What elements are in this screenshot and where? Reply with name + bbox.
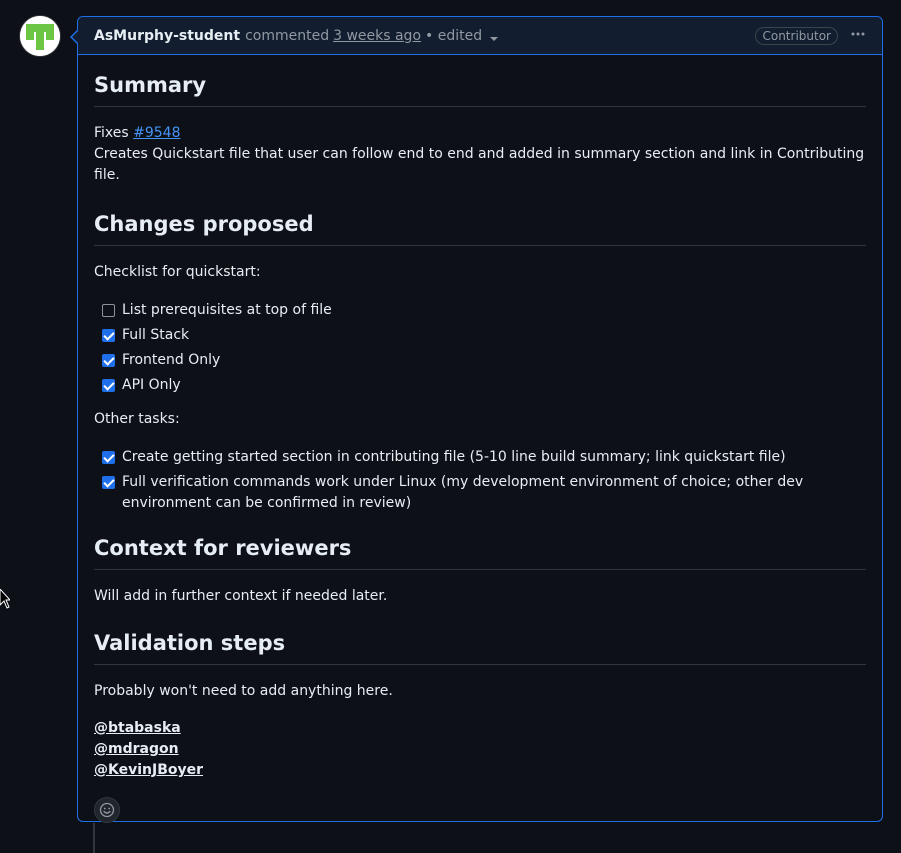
task-list-item: API Only bbox=[102, 375, 866, 396]
task-list-item: Full verification commands work under Li… bbox=[102, 472, 866, 514]
author-link[interactable]: AsMurphy-student bbox=[94, 28, 240, 44]
user-mention[interactable]: @mdragon bbox=[94, 739, 866, 760]
checklist-intro: Checklist for quickstart: bbox=[94, 264, 261, 280]
kebab-horizontal-icon[interactable] bbox=[850, 26, 866, 46]
task-list-item: List prerequisites at top of file bbox=[102, 300, 866, 321]
timeline-line bbox=[93, 823, 95, 853]
contributor-badge: Contributor bbox=[755, 26, 838, 45]
task-checkbox[interactable] bbox=[102, 354, 115, 367]
issue-link[interactable]: #9548 bbox=[133, 125, 180, 141]
other-tasks-list: Create getting started section in contri… bbox=[94, 447, 866, 514]
summary-description: Creates Quickstart file that user can fo… bbox=[94, 146, 865, 183]
mouse-cursor bbox=[0, 588, 12, 613]
validation-heading: Validation steps bbox=[94, 629, 866, 665]
comment-card: AsMurphy-student commented 3 weeks ago •… bbox=[70, 16, 883, 823]
quickstart-checklist: List prerequisites at top of file Full S… bbox=[94, 300, 866, 396]
mentions-block: @btabaska @mdragon @KevinJBoyer bbox=[94, 718, 866, 781]
task-label: API Only bbox=[122, 377, 181, 393]
task-list-item: Full Stack bbox=[102, 325, 866, 346]
add-reaction-button[interactable] bbox=[94, 797, 120, 823]
other-tasks-intro: Other tasks: bbox=[94, 411, 180, 427]
task-list-item: Create getting started section in contri… bbox=[102, 447, 866, 468]
task-label: Full Stack bbox=[122, 327, 190, 343]
context-heading: Context for reviewers bbox=[94, 534, 866, 570]
summary-fixes: Fixes #9548 bbox=[94, 123, 866, 144]
changes-heading: Changes proposed bbox=[94, 210, 866, 246]
comment-header: AsMurphy-student commented 3 weeks ago •… bbox=[78, 17, 882, 55]
comment-action: commented bbox=[245, 27, 330, 44]
identicon-avatar bbox=[20, 16, 60, 56]
task-checkbox[interactable] bbox=[102, 476, 115, 489]
task-label: Create getting started section in contri… bbox=[122, 449, 786, 465]
task-label: Frontend Only bbox=[122, 352, 221, 368]
task-label: List prerequisites at top of file bbox=[122, 302, 332, 318]
task-checkbox[interactable] bbox=[102, 329, 115, 342]
context-text: Will add in further context if needed la… bbox=[94, 588, 388, 604]
comment-body: Summary Fixes #9548 Creates Quickstart f… bbox=[78, 55, 882, 823]
summary-heading: Summary bbox=[94, 71, 866, 107]
comment-timestamp[interactable]: 3 weeks ago bbox=[333, 28, 421, 44]
user-mention[interactable]: @KevinJBoyer bbox=[94, 760, 866, 781]
author-avatar[interactable] bbox=[20, 16, 60, 56]
task-checkbox[interactable] bbox=[102, 304, 115, 317]
task-list-item: Frontend Only bbox=[102, 350, 866, 371]
fixes-label: Fixes bbox=[94, 125, 129, 141]
edited-dropdown[interactable]: • edited bbox=[425, 27, 499, 44]
task-label: Full verification commands work under Li… bbox=[122, 474, 804, 511]
edited-label: • edited bbox=[425, 27, 483, 44]
task-checkbox[interactable] bbox=[102, 379, 115, 392]
validation-text: Probably won't need to add anything here… bbox=[94, 683, 393, 699]
chevron-down-icon bbox=[490, 36, 499, 41]
user-mention[interactable]: @btabaska bbox=[94, 718, 866, 739]
smiley-icon bbox=[99, 802, 115, 818]
task-checkbox[interactable] bbox=[102, 451, 115, 464]
reactions-bar bbox=[94, 797, 866, 823]
